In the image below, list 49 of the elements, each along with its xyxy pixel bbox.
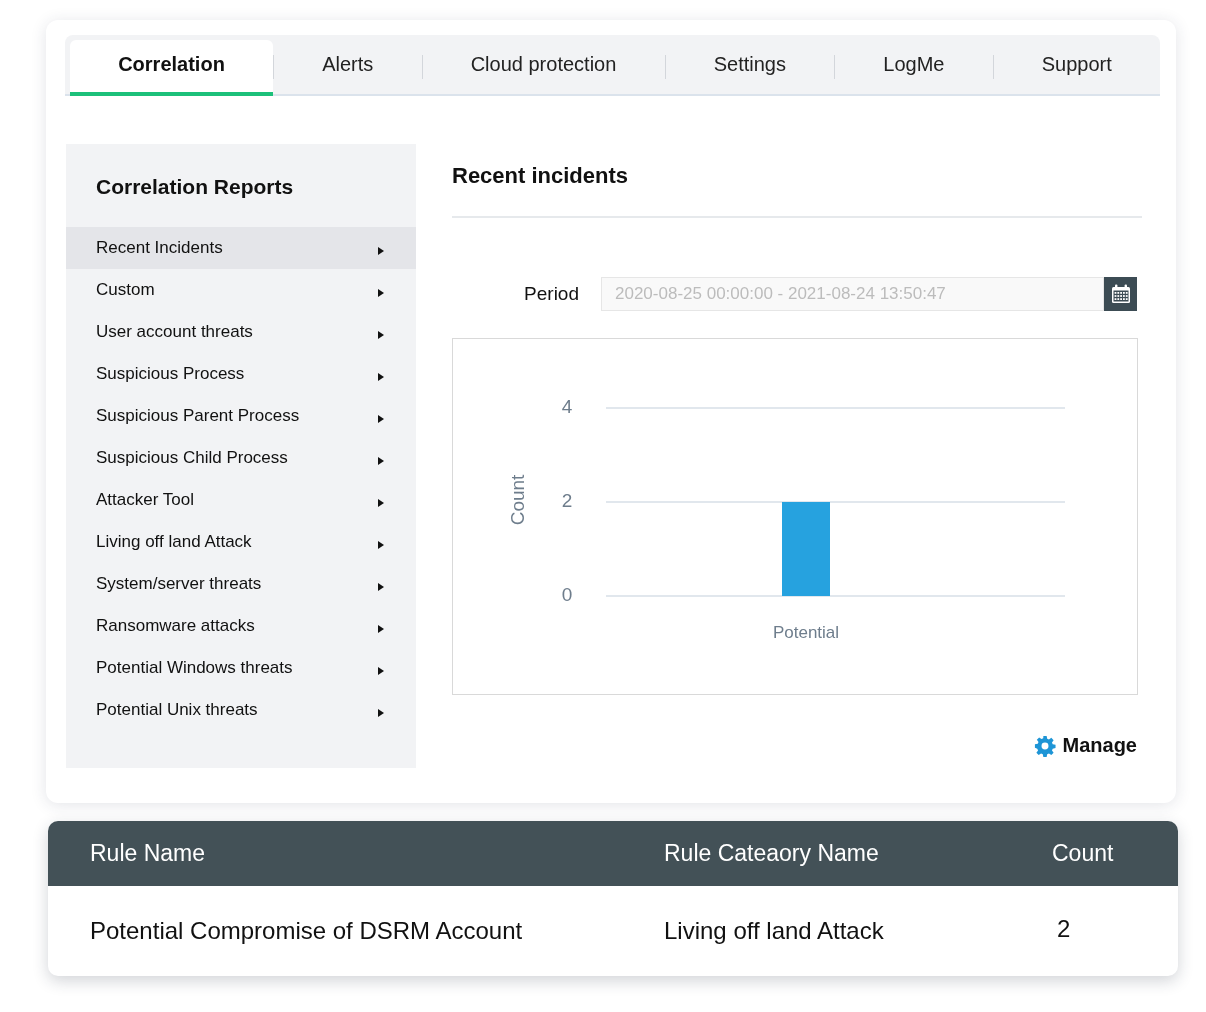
caret-icon [378, 415, 384, 423]
axis-tick-label: 0 [561, 584, 573, 605]
sidebar-item[interactable]: Living off land Attack [66, 521, 416, 563]
column-header: Rule Name [90, 840, 207, 867]
section-title: Recent incidents [452, 162, 630, 190]
calendar-button[interactable] [1104, 277, 1137, 311]
table-cell-text: 2 [1056, 915, 1072, 943]
sidebar-title: Correlation Reports [95, 174, 295, 200]
tab[interactable]: Support [993, 40, 1160, 96]
category-label: Potential [772, 623, 840, 642]
sidebar-item[interactable]: Suspicious Parent Process [66, 395, 416, 437]
caret-icon [378, 331, 384, 339]
sidebar-item[interactable]: User account threats [66, 311, 416, 353]
tab[interactable]: Correlation [70, 40, 274, 96]
tab[interactable]: LogMe [835, 40, 993, 96]
gear-icon [1033, 734, 1056, 757]
sidebar-item[interactable]: Potential Unix threats [66, 689, 416, 731]
caret-icon [378, 709, 384, 717]
caret-icon [378, 373, 384, 381]
field-label: Period [523, 283, 579, 305]
column-header: Count [1052, 840, 1115, 867]
caret-icon [378, 667, 384, 675]
sidebar-item[interactable]: Suspicious Process [66, 353, 416, 395]
sidebar-item[interactable]: Recent Incidents [66, 227, 416, 269]
axis-tick-label: 4 [561, 396, 573, 417]
table-cell-text: Living off land Attack [664, 917, 885, 945]
table-cell-text: Potential Compromise of DSRM Account [90, 917, 524, 945]
manage-button[interactable]: Manage [1033, 734, 1137, 757]
caret-icon [378, 247, 384, 255]
axis-title: Count [507, 474, 528, 526]
date-range-field: 2020-08-25 00:00:00 - 2021-08-24 13:50:47 [601, 277, 1104, 311]
caret-icon [378, 457, 384, 465]
sidebar-item[interactable]: Suspicious Child Process [66, 437, 416, 479]
caret-icon [378, 289, 384, 297]
column-header: Rule Cateaory Name [664, 840, 880, 867]
sidebar-item[interactable]: Custom [66, 269, 416, 311]
sidebar-item[interactable]: Ransomware attacks [66, 605, 416, 647]
tab[interactable]: Cloud protection [422, 40, 665, 96]
axis-tick-label: 2 [561, 490, 573, 511]
caret-icon [378, 541, 384, 549]
caret-icon [378, 499, 384, 507]
caret-icon [378, 625, 384, 633]
calendar-icon [1110, 284, 1131, 304]
sidebar-item[interactable]: System/server threats [66, 563, 416, 605]
sidebar-item[interactable]: Potential Windows threats [66, 647, 416, 689]
sidebar-item[interactable]: Attacker Tool [66, 479, 416, 521]
tab[interactable]: Alerts [274, 40, 422, 96]
tab[interactable]: Settings [665, 40, 835, 96]
caret-icon [378, 583, 384, 591]
